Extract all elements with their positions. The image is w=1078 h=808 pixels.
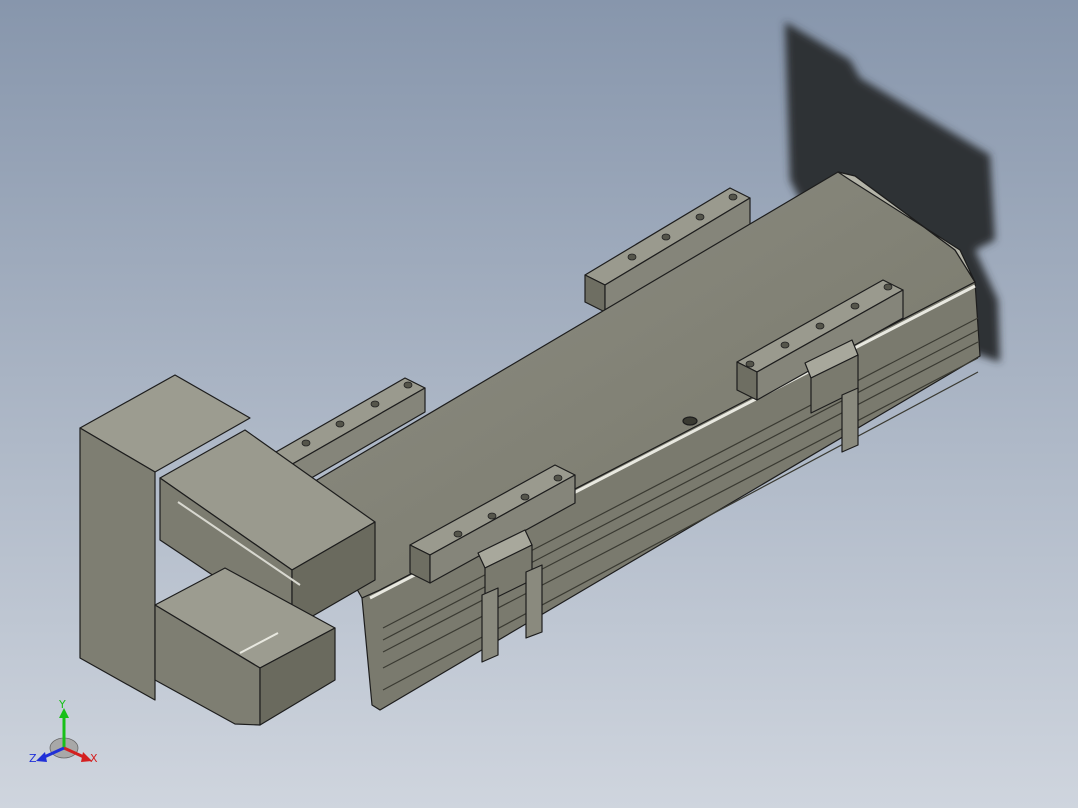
3d-model-scene[interactable]: Y X Z (0, 0, 1078, 808)
x-axis-label: X (90, 752, 98, 765)
cad-graphics-viewport[interactable]: Y X Z (0, 0, 1078, 808)
y-axis-label: Y (58, 698, 66, 711)
top-cover-hole (682, 416, 698, 426)
z-axis-label: Z (29, 752, 37, 765)
